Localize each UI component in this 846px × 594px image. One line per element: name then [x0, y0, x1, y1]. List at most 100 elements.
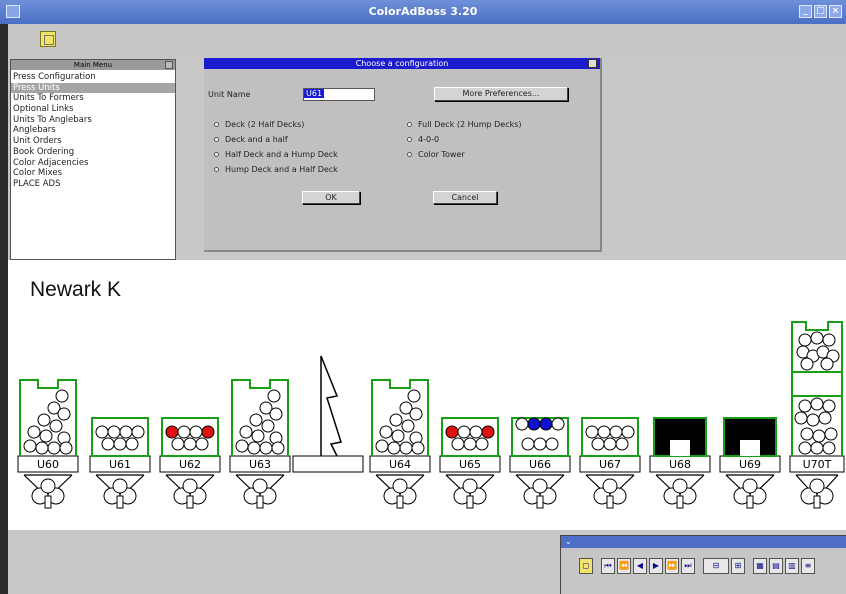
- config-option[interactable]: Hump Deck and a Half Deck: [214, 165, 338, 174]
- close-icon[interactable]: ×: [829, 5, 842, 18]
- cylinder: [812, 429, 826, 443]
- cylinder: [195, 437, 209, 451]
- config-option[interactable]: Deck (2 Half Decks): [214, 120, 304, 129]
- cylinder: [515, 417, 529, 431]
- open-icon[interactable]: [40, 31, 56, 47]
- option-label: Color Tower: [418, 150, 465, 159]
- menu-item[interactable]: Press Configuration: [11, 72, 175, 83]
- radio-icon[interactable]: [214, 122, 219, 127]
- config-option[interactable]: Half Deck and a Hump Deck: [214, 150, 338, 159]
- cylinder: [267, 389, 281, 403]
- dialog-close-icon[interactable]: [588, 59, 597, 68]
- cylinder: [818, 411, 832, 425]
- config-option[interactable]: Color Tower: [407, 150, 465, 159]
- radio-icon[interactable]: [407, 137, 412, 142]
- menu-item[interactable]: Color Mixes: [11, 168, 175, 179]
- navigation-buttons: ◻ ⏮ ⏪ ◀ ▶ ⏩ ⏭ ⊟ ⊞ ▦ ▤ ▥ ≡: [579, 558, 815, 574]
- camera-icon[interactable]: ◻: [579, 558, 593, 574]
- cylinder: [597, 425, 611, 439]
- cylinder: [457, 425, 471, 439]
- cancel-button[interactable]: Cancel: [433, 191, 497, 204]
- cylinder: [399, 441, 413, 455]
- menu-item[interactable]: Book Ordering: [11, 147, 175, 158]
- menu-item[interactable]: Color Adjacencies: [11, 158, 175, 169]
- menu-item[interactable]: Press Units: [11, 82, 175, 94]
- config-option[interactable]: Deck and a half: [214, 135, 288, 144]
- cylinder: [107, 425, 121, 439]
- cylinder: [183, 437, 197, 451]
- reel-roll: [462, 478, 478, 494]
- cylinder: [119, 425, 133, 439]
- option-label: Deck (2 Half Decks): [225, 120, 305, 129]
- unit-name-input[interactable]: U61: [303, 88, 375, 101]
- cylinder: [23, 439, 37, 453]
- cylinder: [35, 441, 49, 455]
- cylinder: [177, 425, 191, 439]
- prev-icon[interactable]: ◀: [633, 558, 647, 574]
- cylinder: [621, 425, 635, 439]
- reel-roll: [602, 478, 618, 494]
- cylinder: [591, 437, 605, 451]
- radio-icon[interactable]: [214, 152, 219, 157]
- app-icon[interactable]: [6, 5, 20, 18]
- cylinder: [391, 429, 405, 443]
- radio-icon[interactable]: [407, 122, 412, 127]
- config-option[interactable]: Full Deck (2 Hump Decks): [407, 120, 522, 129]
- menu-item[interactable]: Anglebars: [11, 125, 175, 136]
- cylinder: [57, 407, 71, 421]
- menu-item[interactable]: Unit Orders: [11, 136, 175, 147]
- cylinder: [451, 437, 465, 451]
- menu-item[interactable]: PLACE ADS: [11, 179, 175, 190]
- cylinder: [822, 399, 836, 413]
- cylinder: [125, 437, 139, 451]
- grid-icon[interactable]: ▦: [753, 558, 767, 574]
- cylinder: [469, 425, 483, 439]
- option-label: Half Deck and a Hump Deck: [225, 150, 338, 159]
- reel-roll: [809, 478, 825, 494]
- minimize-icon[interactable]: _: [799, 5, 812, 18]
- cylinder: [794, 411, 808, 425]
- cylinder: [481, 425, 495, 439]
- menu-item[interactable]: Units To Formers: [11, 93, 175, 104]
- more-preferences-button[interactable]: More Preferences...: [434, 87, 568, 101]
- cylinder: [615, 437, 629, 451]
- radio-icon[interactable]: [407, 152, 412, 157]
- menu-item[interactable]: Units To Anglebars: [11, 115, 175, 126]
- more-icon[interactable]: ≡: [801, 558, 815, 574]
- option-label: 4-0-0: [418, 135, 440, 144]
- radio-icon[interactable]: [214, 167, 219, 172]
- cylinder: [411, 441, 425, 455]
- last-icon[interactable]: ⏭: [681, 558, 695, 574]
- unit-name-label: Unit Name: [208, 90, 251, 99]
- prev-page-icon[interactable]: ⏪: [617, 558, 631, 574]
- chevron-down-icon[interactable]: ⌄: [565, 537, 572, 546]
- reel-core: [256, 495, 264, 509]
- option-label: Hump Deck and a Half Deck: [225, 165, 338, 174]
- zoom-icon[interactable]: ⊟: [703, 558, 729, 574]
- cylinder: [189, 425, 203, 439]
- fit-icon[interactable]: ⊞: [731, 558, 745, 574]
- maximize-icon[interactable]: □: [814, 5, 827, 18]
- window-title: ColorAdBoss 3.20: [368, 5, 478, 18]
- cylinder: [261, 419, 275, 433]
- cylinder: [59, 441, 73, 455]
- cylinder: [27, 425, 41, 439]
- cylinder: [407, 389, 421, 403]
- config-option[interactable]: 4-0-0: [407, 135, 439, 144]
- radio-icon[interactable]: [214, 137, 219, 142]
- next-icon[interactable]: ▶: [649, 558, 663, 574]
- ok-button[interactable]: OK: [302, 191, 360, 204]
- split-icon[interactable]: ▥: [785, 558, 799, 574]
- reel-core: [44, 495, 52, 509]
- next-page-icon[interactable]: ⏩: [665, 558, 679, 574]
- layout-icon[interactable]: ▤: [769, 558, 783, 574]
- menu-item[interactable]: Optional Links: [11, 104, 175, 115]
- option-label: Deck and a half: [225, 135, 288, 144]
- cylinder: [37, 413, 51, 427]
- main-menu-close-icon[interactable]: [165, 61, 173, 69]
- cylinder: [389, 413, 403, 427]
- cylinder: [798, 399, 812, 413]
- first-icon[interactable]: ⏮: [601, 558, 615, 574]
